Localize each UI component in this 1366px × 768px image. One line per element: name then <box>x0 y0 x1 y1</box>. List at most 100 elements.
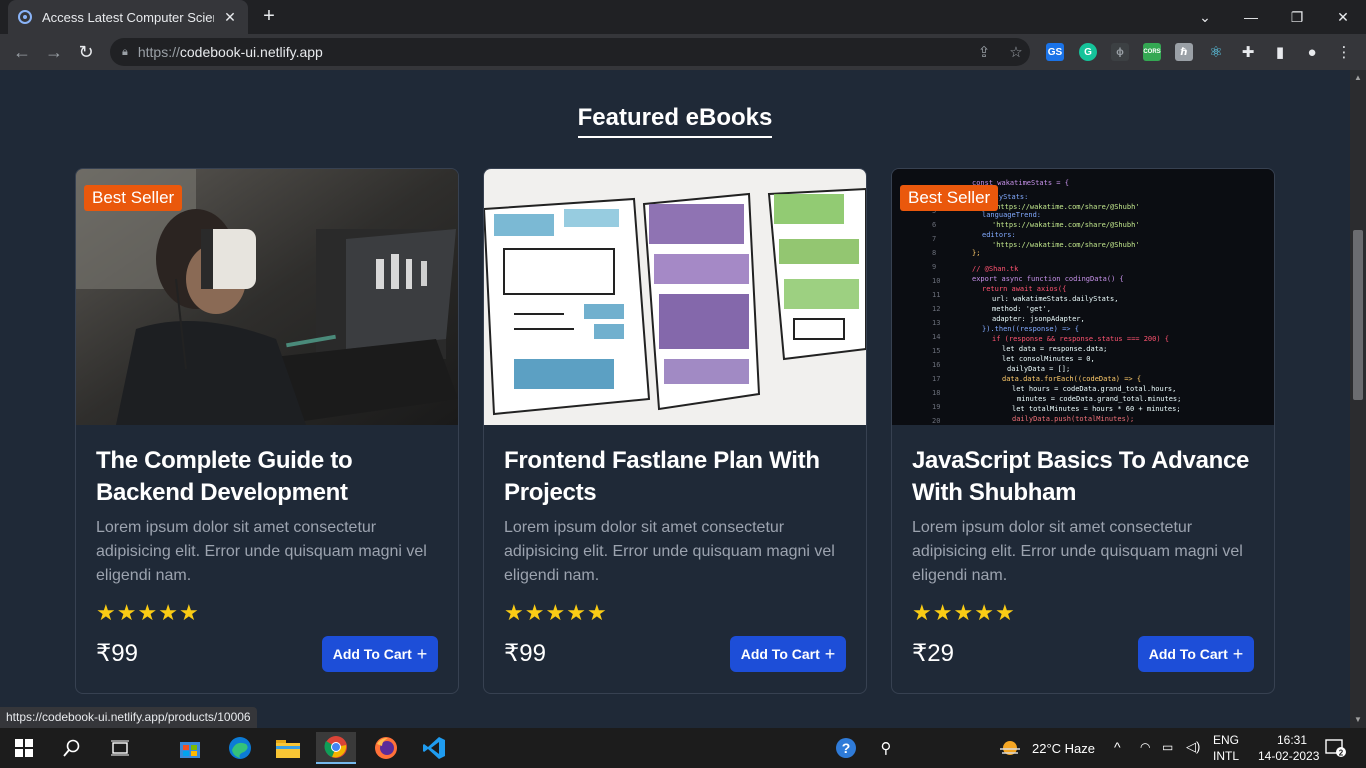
svg-text:20: 20 <box>932 417 940 425</box>
extensions-puzzle-icon[interactable]: ✚ <box>1238 42 1258 62</box>
people-icon[interactable]: ⚲ <box>866 732 906 764</box>
svg-text:10: 10 <box>932 277 940 285</box>
svg-text:method: 'get',: method: 'get', <box>992 305 1051 313</box>
minimize-button[interactable]: — <box>1228 0 1274 34</box>
scroll-up-icon[interactable]: ▲ <box>1350 72 1366 84</box>
react-devtools-icon[interactable]: ⚛ <box>1207 43 1225 61</box>
clock-date[interactable]: 14-02-2023 <box>1258 749 1319 763</box>
product-title[interactable]: The Complete Guide to Backend Developmen… <box>96 445 442 509</box>
side-panel-icon[interactable]: ▮ <box>1270 42 1290 62</box>
cors-extension-icon[interactable]: CORS <box>1143 43 1161 61</box>
task-view-icon[interactable] <box>100 732 140 764</box>
notification-center-icon[interactable]: 2 <box>1316 732 1356 764</box>
svg-text:let totalMinutes = hours * 60: let totalMinutes = hours * 60 + minutes; <box>1012 405 1181 413</box>
svg-text:2: 2 <box>1339 749 1344 758</box>
rating-stars: ★ ★ ★ ★ ★ <box>96 602 200 624</box>
battery-icon[interactable]: ▭ <box>1162 740 1173 754</box>
restore-button[interactable]: ❐ <box>1274 0 1320 34</box>
status-bar-url: https://codebook-ui.netlify.app/products… <box>0 707 257 728</box>
network-icon[interactable]: ◠ <box>1140 740 1150 754</box>
browser-toolbar: ← → ↻ 🔒︎ https://codebook-ui.netlify.app… <box>0 34 1366 70</box>
star-icon: ★ <box>912 600 932 625</box>
star-icon: ★ <box>524 600 545 625</box>
product-card[interactable]: Best Seller The Complete Guide to Backen… <box>75 168 459 694</box>
star-icon: ★ <box>974 600 994 625</box>
product-title[interactable]: JavaScript Basics To Advance With Shubha… <box>912 445 1258 509</box>
file-explorer-icon[interactable] <box>268 732 308 764</box>
svg-text:11: 11 <box>932 291 940 299</box>
star-icon: ★ <box>504 600 524 625</box>
star-icon: ★ <box>96 600 116 625</box>
star-icon: ★ <box>178 600 199 625</box>
forward-icon[interactable]: → <box>42 40 66 64</box>
address-url[interactable]: https://codebook-ui.netlify.app <box>138 44 323 60</box>
reload-icon[interactable]: ↻ <box>74 40 98 64</box>
page-scrollbar[interactable]: ▲ ▼ <box>1350 70 1366 728</box>
language-top[interactable]: ENG <box>1213 733 1239 747</box>
weather-icon[interactable] <box>992 732 1028 764</box>
extension-h-icon[interactable]: ℏ <box>1175 43 1193 61</box>
address-bar[interactable]: 🔒︎ https://codebook-ui.netlify.app <box>110 38 1030 66</box>
weather-text[interactable]: 22°C Haze <box>1032 741 1095 756</box>
star-icon: ★ <box>545 600 566 625</box>
scrollbar-thumb[interactable] <box>1353 230 1363 400</box>
product-card[interactable]: Frontend Fastlane Plan With Projects Lor… <box>483 168 867 694</box>
extension-phi-icon[interactable]: ϕ <box>1111 43 1129 61</box>
tab-close-icon[interactable]: ✕ <box>222 9 238 26</box>
browser-tab[interactable]: Access Latest Computer Science eBooks ✕ <box>8 0 248 34</box>
extension-gs-icon[interactable]: GS <box>1046 43 1064 61</box>
svg-text:let consolMinutes = 0,: let consolMinutes = 0, <box>1002 355 1095 363</box>
svg-text:16: 16 <box>932 361 940 369</box>
new-tab-button[interactable]: + <box>258 6 280 28</box>
grammarly-icon[interactable]: G <box>1079 43 1097 61</box>
product-title[interactable]: Frontend Fastlane Plan With Projects <box>504 445 850 509</box>
svg-text:17: 17 <box>932 375 940 383</box>
help-icon[interactable]: ? <box>826 732 866 764</box>
svg-text:'https://wakatime.com/share/@S: 'https://wakatime.com/share/@Shubh' <box>992 203 1140 211</box>
svg-text:7: 7 <box>932 235 936 243</box>
product-card[interactable]: 45678 910111213 1415161718 1920 const wa… <box>891 168 1275 694</box>
profile-icon[interactable]: ● <box>1302 42 1322 62</box>
tab-search-icon[interactable]: ⌄ <box>1182 0 1228 34</box>
edge-browser-icon[interactable] <box>220 732 260 764</box>
firefox-icon[interactable] <box>366 732 406 764</box>
volume-icon[interactable]: ◁) <box>1186 739 1200 755</box>
clock-time[interactable]: 16:31 <box>1277 733 1307 747</box>
add-to-cart-button[interactable]: Add To Cart + <box>1138 636 1254 672</box>
window-close-button[interactable]: ✕ <box>1320 0 1366 34</box>
svg-text:?: ? <box>842 740 851 756</box>
svg-text:'https://wakatime.com/share/@S: 'https://wakatime.com/share/@Shubh' <box>992 221 1140 229</box>
menu-kebab-icon[interactable]: ⋮ <box>1334 42 1354 62</box>
star-icon: ★ <box>158 600 178 625</box>
windows-start-icon[interactable] <box>4 732 44 764</box>
svg-text:editors:: editors: <box>982 231 1016 239</box>
product-price: ₹99 <box>96 640 138 667</box>
star-icon: ★ <box>953 600 974 625</box>
best-seller-badge: Best Seller <box>900 185 999 211</box>
svg-text:dailyData = [];: dailyData = []; <box>1007 365 1070 373</box>
language-bottom[interactable]: INTL <box>1213 749 1239 763</box>
back-icon[interactable]: ← <box>10 40 34 64</box>
star-icon: ★ <box>566 600 586 625</box>
microsoft-store-icon[interactable] <box>170 732 210 764</box>
svg-text:14: 14 <box>932 333 940 341</box>
show-hidden-icons-icon[interactable]: ^ <box>1114 739 1121 755</box>
bookmark-star-icon[interactable]: ☆ <box>1006 42 1026 62</box>
product-description: Lorem ipsum dolor sit amet consectetur a… <box>912 519 1243 584</box>
svg-text:export async function codingDa: export async function codingData() { <box>972 275 1124 283</box>
svg-text:'https://wakatime.com/share/@S: 'https://wakatime.com/share/@Shubh' <box>992 241 1140 249</box>
site-favicon-icon <box>18 10 32 24</box>
chrome-taskbar-icon[interactable] <box>316 732 356 764</box>
svg-text:}).then((response) => {: }).then((response) => { <box>982 325 1079 333</box>
star-icon: ★ <box>116 600 137 625</box>
product-image[interactable] <box>484 169 866 425</box>
share-icon[interactable]: ⇪ <box>974 42 994 62</box>
rating-stars: ★ ★ ★ ★ ★ <box>504 602 608 624</box>
svg-text:// @Shan.tk: // @Shan.tk <box>972 265 1019 273</box>
add-to-cart-button[interactable]: Add To Cart + <box>322 636 438 672</box>
search-icon[interactable] <box>52 732 92 764</box>
svg-text:dailyData.push(totalMinutes);: dailyData.push(totalMinutes); <box>1012 415 1134 423</box>
add-to-cart-button[interactable]: Add To Cart + <box>730 636 846 672</box>
scroll-down-icon[interactable]: ▼ <box>1350 714 1366 726</box>
vscode-icon[interactable] <box>414 732 454 764</box>
